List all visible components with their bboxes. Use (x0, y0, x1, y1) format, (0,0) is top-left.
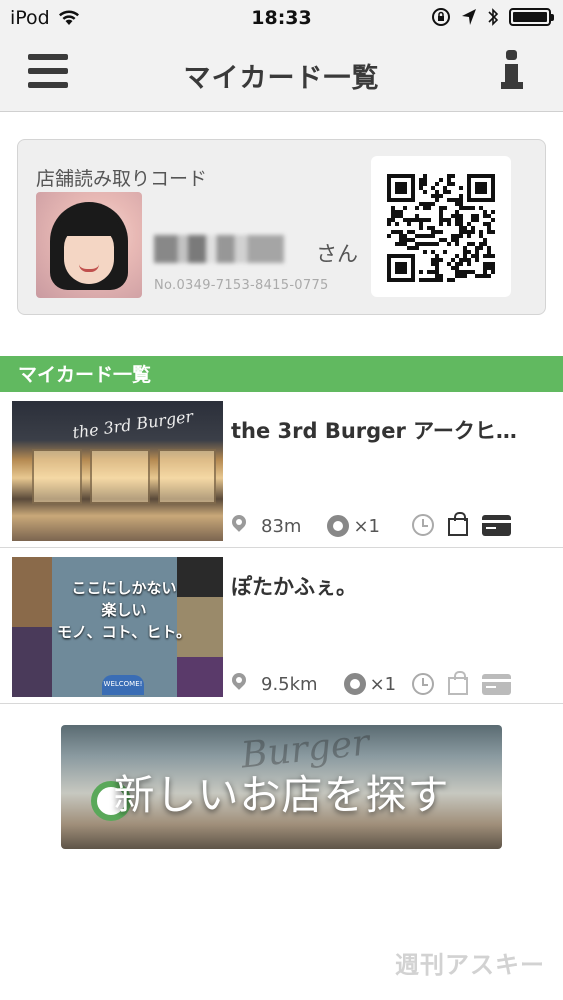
clock-icon (412, 514, 434, 536)
qr-code (371, 156, 511, 297)
name-suffix: さん (316, 242, 358, 266)
stamp-count: ×1 (369, 673, 397, 695)
member-code-card: 店舗読み取りコード さん No.0349-7153-8415-0775 (17, 139, 546, 315)
info-button[interactable] (501, 50, 523, 90)
shopping-bag-icon (448, 671, 468, 695)
thumbnail-caption: ここにしかない 楽しい モノ、コト、ヒト。 (56, 579, 192, 641)
credit-card-icon (482, 514, 511, 536)
store-row[interactable]: the 3rd Burger the 3rd Burger アークヒ… 83m … (0, 393, 563, 548)
qr-code-icon (387, 174, 495, 282)
battery-icon (509, 8, 554, 26)
section-header: マイカード一覧 (0, 356, 563, 392)
welcome-badge: WELCOME! (102, 675, 144, 695)
store-thumbnail: the 3rd Burger (12, 401, 223, 541)
page-title: マイカード一覧 (183, 63, 380, 94)
location-arrow-icon (462, 9, 476, 25)
watermark: 週刊アスキー (395, 951, 545, 979)
store-feature-icons (412, 512, 511, 536)
store-distance: 83m (261, 515, 302, 537)
member-number: No.0349-7153-8415-0775 (154, 278, 329, 293)
find-new-store-banner[interactable]: Burger 新しいお店を探す (61, 725, 502, 849)
location-pin-icon (231, 515, 247, 537)
store-meta: 9.5km ×1 (231, 673, 396, 695)
info-icon-base (501, 82, 523, 89)
stamp-icon (343, 673, 366, 695)
location-pin-icon (231, 673, 247, 695)
stamp-count: ×1 (353, 515, 380, 537)
store-row[interactable]: ここにしかない 楽しい モノ、コト、ヒト。 WELCOME! ぽたかふぇ。 9.… (0, 549, 563, 704)
rotation-lock-icon (432, 8, 450, 26)
thumbnail-sign: the 3rd Burger (71, 406, 195, 443)
shopping-bag-icon (448, 512, 468, 536)
store-feature-icons (412, 671, 511, 695)
status-right (431, 7, 554, 27)
credit-card-icon (482, 673, 511, 695)
stamp-icon (327, 515, 350, 537)
info-icon-dot (506, 50, 517, 60)
store-name: ぽたかふぇ。 (231, 575, 357, 599)
clock-icon (412, 673, 434, 695)
code-label: 店舗読み取りコード (36, 168, 208, 190)
battery-fill (513, 12, 547, 22)
store-thumbnail: ここにしかない 楽しい モノ、コト、ヒト。 WELCOME! (12, 557, 223, 697)
store-meta: 83m ×1 (231, 515, 380, 537)
store-name: the 3rd Burger アークヒ… (231, 419, 517, 443)
bluetooth-icon (488, 8, 499, 26)
navigation-bar: マイカード一覧 (0, 36, 563, 112)
status-bar: iPod 18:33 (0, 0, 563, 36)
banner-text: 新しいお店を探す (113, 771, 450, 819)
member-name-redacted (154, 235, 284, 263)
store-distance: 9.5km (261, 673, 318, 695)
avatar (36, 192, 142, 298)
